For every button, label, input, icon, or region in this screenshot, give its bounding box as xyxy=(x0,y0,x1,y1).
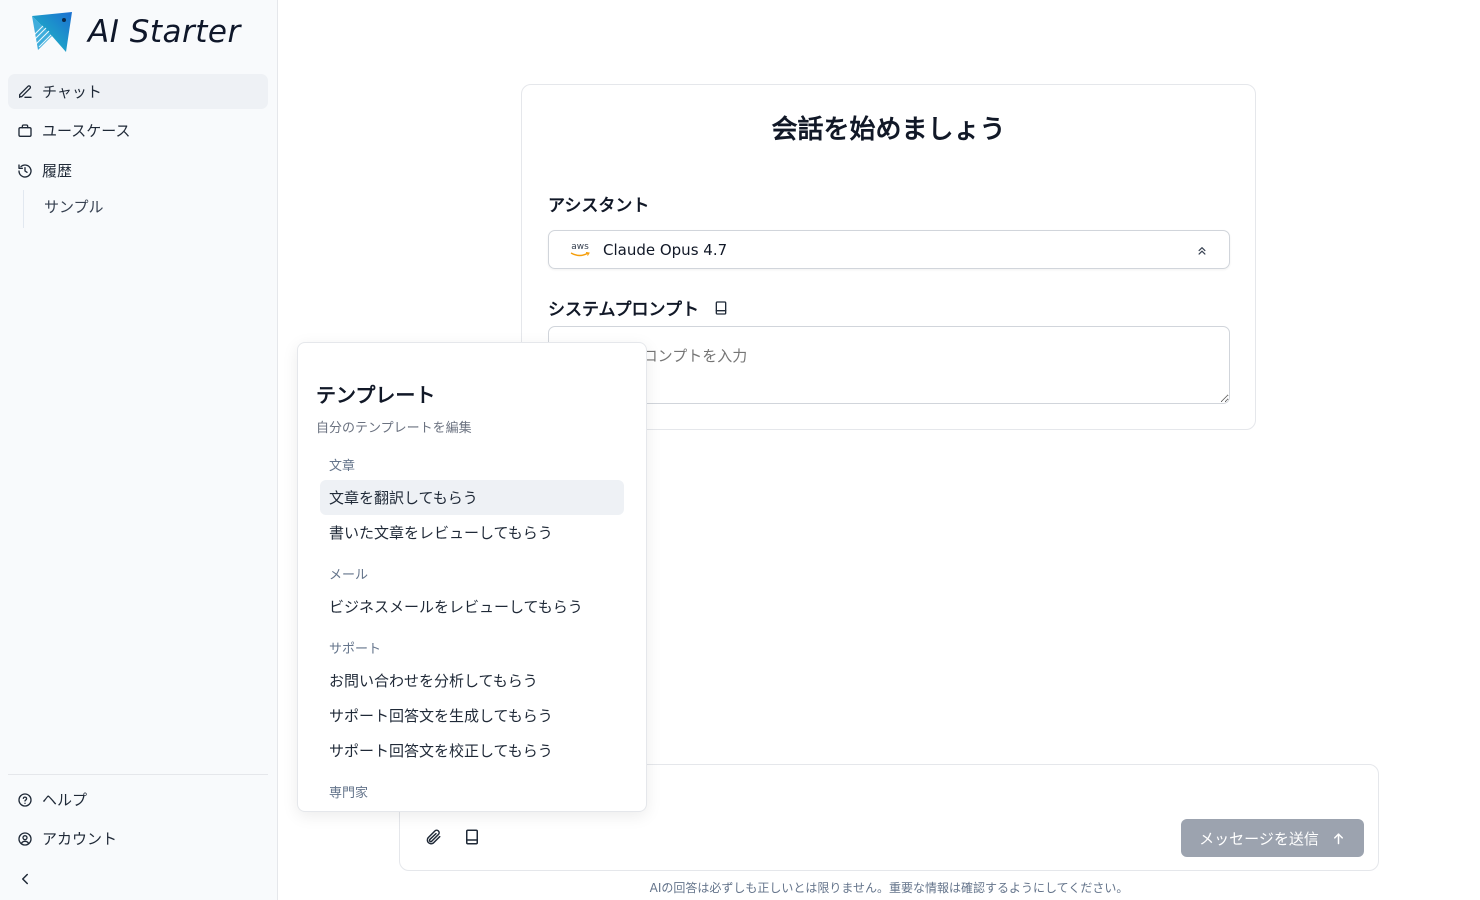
template-popup: テンプレート 自分のテンプレートを編集 文章 文章を翻訳してもらう 書いた文章を… xyxy=(297,342,647,812)
system-prompt-label: システムプロンプト xyxy=(548,295,729,320)
sidebar-item-label: ユースケース xyxy=(42,122,131,140)
help-circle-icon xyxy=(18,792,32,807)
template-item[interactable]: サポート回答文を生成してもらう xyxy=(320,698,624,733)
send-button-label: メッセージを送信 xyxy=(1199,829,1319,848)
sidebar-item-label: アカウント xyxy=(42,830,118,848)
template-item[interactable]: 書いた文章をレビューしてもらう xyxy=(320,515,624,550)
sidebar-item-label: チャット xyxy=(42,83,102,101)
history-item[interactable]: サンプル xyxy=(44,196,104,217)
sidebar-item-usecases[interactable]: ユースケース xyxy=(8,113,268,148)
assistant-label: アシスタント xyxy=(548,191,649,216)
logo-mark-icon xyxy=(32,12,72,52)
chevron-left-icon[interactable] xyxy=(16,870,34,888)
sidebar-divider xyxy=(8,774,268,775)
arrow-up-icon xyxy=(1333,832,1343,844)
sidebar-item-label: 履歴 xyxy=(42,162,73,180)
page-title: 会話を始めましょう xyxy=(771,115,1006,145)
history-icon xyxy=(18,163,32,178)
app-logo[interactable]: AI Starter xyxy=(30,10,241,54)
template-item[interactable]: お問い合わせを分析してもらう xyxy=(320,663,624,698)
book-icon[interactable] xyxy=(463,828,481,846)
aws-logo-icon: aws xyxy=(569,242,591,257)
aws-logo-text: aws xyxy=(571,242,589,252)
paperclip-icon[interactable] xyxy=(424,828,442,846)
model-select[interactable]: aws Claude Opus 4.7 xyxy=(548,230,1230,269)
system-prompt-label-text: システムプロンプト xyxy=(548,300,699,320)
disclaimer-text: AIの回答は必ずしも正しいとは限りません。重要な情報は確認するようにしてください… xyxy=(649,881,1129,895)
template-group-label: 専門家 xyxy=(329,786,369,801)
template-group-label: サポート xyxy=(329,642,382,657)
template-item[interactable]: ビジネスメールをレビューしてもらう xyxy=(320,589,624,624)
edit-templates-link[interactable]: 自分のテンプレートを編集 xyxy=(316,417,472,436)
template-item[interactable]: 文章を翻訳してもらう xyxy=(320,480,624,515)
sidebar-item-history[interactable]: 履歴 xyxy=(8,153,268,188)
system-prompt-input[interactable] xyxy=(548,326,1230,404)
sidebar-item-chat[interactable]: チャット xyxy=(8,74,268,109)
user-circle-icon xyxy=(18,831,32,846)
chevrons-up-icon xyxy=(1198,247,1206,255)
sidebar-item-label: ヘルプ xyxy=(42,791,88,809)
logo-text: AI Starter xyxy=(88,14,241,50)
template-item[interactable]: サポート回答文を校正してもらう xyxy=(320,733,624,768)
edit-icon xyxy=(19,84,32,98)
sidebar: AI Starter チャット ユースケース 履歴 サンプル ヘルプ アカウント xyxy=(0,0,278,900)
popup-title: テンプレート xyxy=(316,383,436,407)
aws-smile-icon xyxy=(570,252,590,257)
history-tree-line xyxy=(23,190,24,228)
book-icon[interactable] xyxy=(713,300,729,316)
model-select-value: Claude Opus 4.7 xyxy=(603,240,728,259)
briefcase-icon xyxy=(18,123,32,137)
assistant-label-text: アシスタント xyxy=(548,196,650,216)
template-group-label: メール xyxy=(329,568,369,583)
send-message-button[interactable]: メッセージを送信 xyxy=(1181,819,1364,857)
template-group-label: 文章 xyxy=(329,459,356,474)
sidebar-item-help[interactable]: ヘルプ xyxy=(8,782,268,817)
sidebar-item-account[interactable]: アカウント xyxy=(8,821,268,856)
